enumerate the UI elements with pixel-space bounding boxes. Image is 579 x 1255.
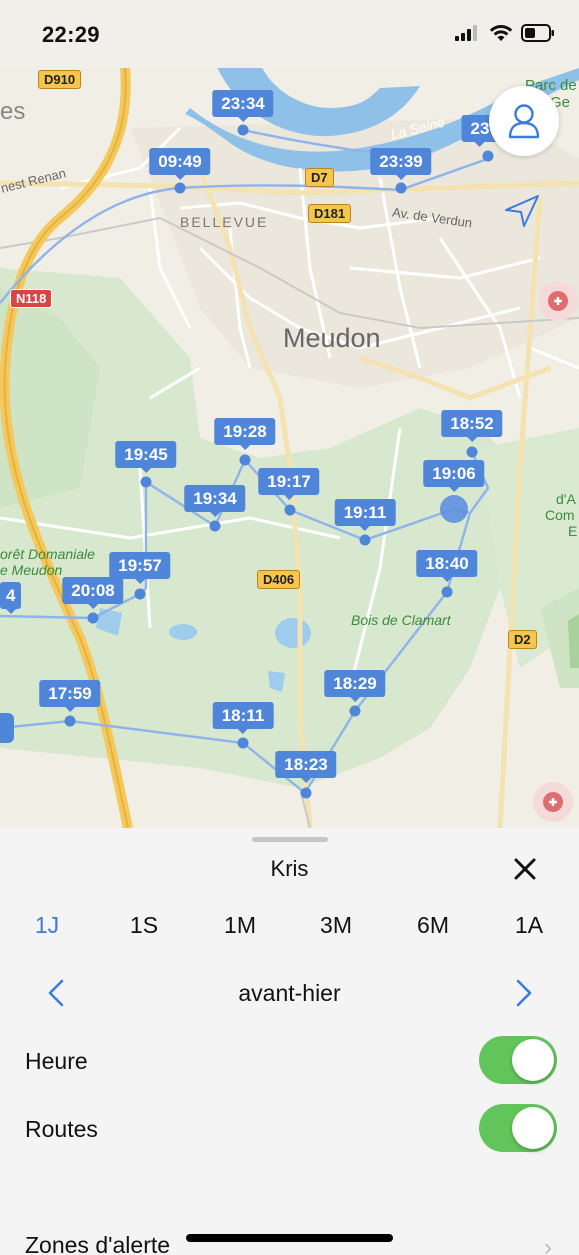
user-icon xyxy=(508,104,540,139)
home-indicator xyxy=(186,1234,393,1242)
place-label-meudon: Meudon xyxy=(283,323,381,353)
routes-label: Routes xyxy=(25,1116,98,1142)
range-1a[interactable]: 1A xyxy=(515,912,543,939)
location-dot[interactable] xyxy=(237,124,249,136)
time-pin[interactable]: 18:11 xyxy=(212,702,274,734)
location-dot[interactable] xyxy=(239,454,251,466)
routes-toggle[interactable] xyxy=(479,1104,557,1152)
location-dot[interactable] xyxy=(441,586,453,598)
signal-icon xyxy=(455,25,477,41)
wifi-icon xyxy=(489,25,513,41)
place-label-right-2: Com xyxy=(545,507,575,523)
bottom-sheet: Kris 1J 1S 1M 3M 6M 1A avant-hier Heure … xyxy=(0,828,579,1255)
road-label-d181: D181 xyxy=(308,204,352,223)
time-pin[interactable]: 4 xyxy=(0,582,22,614)
next-date-button[interactable] xyxy=(510,978,536,1008)
sheet-grabber[interactable] xyxy=(252,837,328,842)
date-navigator: avant-hier xyxy=(0,978,579,1008)
location-dot[interactable] xyxy=(395,182,407,194)
location-dot[interactable] xyxy=(284,504,296,516)
location-dot[interactable] xyxy=(174,182,186,194)
time-pin[interactable]: 18:52 xyxy=(441,410,503,442)
time-pin[interactable]: 19:57 xyxy=(109,552,171,584)
location-dot[interactable] xyxy=(140,476,152,488)
heure-label: Heure xyxy=(25,1048,88,1074)
place-label-es: es xyxy=(0,98,26,125)
time-pin[interactable]: 17:59 xyxy=(39,680,101,712)
locate-button[interactable] xyxy=(492,180,552,240)
location-dot[interactable] xyxy=(237,737,249,749)
road-label-d2: D2 xyxy=(508,630,537,649)
status-icons xyxy=(455,24,555,42)
date-label: avant-hier xyxy=(238,980,341,1006)
status-bar: 22:29 xyxy=(0,0,579,68)
close-button[interactable] xyxy=(510,854,540,884)
time-pin[interactable]: 19:28 xyxy=(214,418,276,450)
range-3m[interactable]: 3M xyxy=(320,912,352,939)
location-dot[interactable] xyxy=(64,715,76,727)
location-dot[interactable] xyxy=(359,534,371,546)
location-dot[interactable] xyxy=(466,446,478,458)
user-button[interactable] xyxy=(489,86,559,156)
time-pin[interactable]: 23:34 xyxy=(212,90,274,122)
range-1s[interactable]: 1S xyxy=(130,912,158,939)
place-label-right-1: d'A xyxy=(556,491,576,507)
zones-alerte-item[interactable]: Zones d'alerte xyxy=(25,1232,170,1255)
time-pin[interactable]: 19:06 xyxy=(423,460,485,492)
location-dot[interactable] xyxy=(349,705,361,717)
road-label-n118: N118 xyxy=(10,289,53,308)
chevron-right-icon xyxy=(516,979,532,1007)
time-pin[interactable]: 18:23 xyxy=(275,751,337,783)
road-label-d910: D910 xyxy=(38,70,82,89)
place-label-foret-1: orêt Domaniale xyxy=(0,546,95,562)
time-pin[interactable]: 20:08 xyxy=(62,577,124,609)
place-label-right-3: E xyxy=(568,523,578,539)
place-label-bellevue: BELLEVUE xyxy=(180,214,269,230)
routes-row: Routes xyxy=(0,1104,579,1154)
road-label-d7: D7 xyxy=(305,168,334,187)
close-icon xyxy=(514,858,536,880)
location-dot[interactable] xyxy=(0,713,14,743)
location-dot[interactable] xyxy=(87,612,99,624)
battery-icon xyxy=(521,24,554,42)
toggle-knob xyxy=(512,1107,554,1149)
place-label-foret-2: e Meudon xyxy=(0,562,63,578)
time-pin[interactable]: 18:29 xyxy=(324,670,386,702)
range-6m[interactable]: 6M xyxy=(417,912,449,939)
time-pin[interactable]: 19:17 xyxy=(258,468,320,500)
location-dot[interactable] xyxy=(134,588,146,600)
chevron-right-icon: › xyxy=(544,1234,552,1255)
location-dot[interactable] xyxy=(209,520,221,532)
heure-row: Heure xyxy=(0,1036,579,1086)
range-1j[interactable]: 1J xyxy=(35,912,59,939)
toggle-knob xyxy=(512,1039,554,1081)
road-label-d406: D406 xyxy=(257,570,301,589)
range-1m[interactable]: 1M xyxy=(224,912,256,939)
time-pin[interactable]: 19:34 xyxy=(184,485,246,517)
time-pin[interactable]: 19:45 xyxy=(115,441,177,473)
time-pin[interactable]: 09:49 xyxy=(149,148,211,180)
map-view[interactable]: BELLEVUE Meudon Bois de Clamart orêt Dom… xyxy=(0,68,579,828)
status-time: 22:29 xyxy=(42,22,100,47)
location-arrow-icon xyxy=(505,195,539,227)
heure-toggle[interactable] xyxy=(479,1036,557,1084)
time-pin[interactable]: 18:40 xyxy=(416,550,478,582)
sheet-title: Kris xyxy=(270,856,309,881)
range-selector: 1J 1S 1M 3M 6M 1A xyxy=(0,912,579,942)
location-dot[interactable] xyxy=(300,787,312,799)
time-pin[interactable]: 23:39 xyxy=(370,148,432,180)
location-dot[interactable] xyxy=(482,150,494,162)
place-label-bois-clamart: Bois de Clamart xyxy=(351,612,451,628)
time-pin[interactable]: 19:11 xyxy=(334,499,396,531)
